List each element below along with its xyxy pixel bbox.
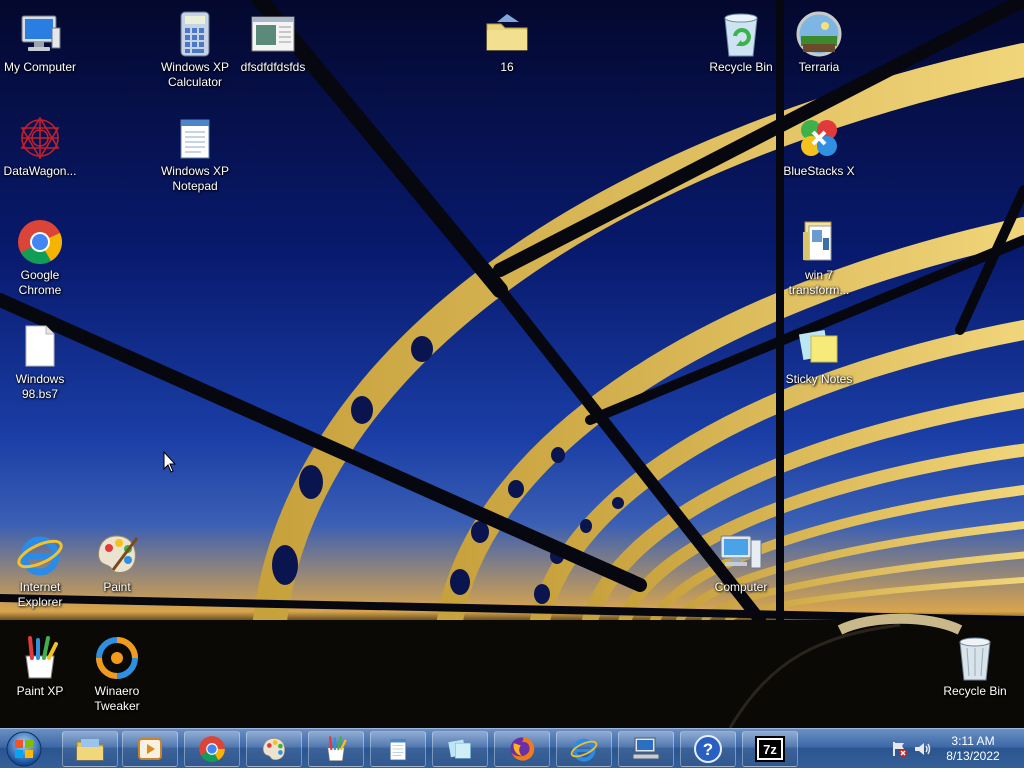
folder-icon <box>483 10 531 58</box>
paint-xp-icon <box>327 736 347 761</box>
internet-explorer-icon <box>16 530 64 578</box>
desktop-icon-folder-16[interactable]: 16 <box>467 6 547 75</box>
mouse-cursor-icon <box>163 451 177 473</box>
windows-explorer-icon <box>76 739 104 761</box>
desktop-icon-internet-explorer[interactable]: Internet Explorer <box>0 526 80 610</box>
taskbar-firefox[interactable] <box>494 731 550 767</box>
volume-icon[interactable] <box>913 740 931 758</box>
computer-icon <box>717 530 765 578</box>
chrome-icon <box>16 218 64 266</box>
network-computer-icon <box>632 737 660 760</box>
desktop-icon-google-chrome[interactable]: Google Chrome <box>0 214 80 298</box>
taskbar-windows-explorer[interactable] <box>62 731 118 767</box>
desktop-icon-label: 16 <box>500 60 514 74</box>
desktop-icon-label: Windows XP Notepad <box>160 164 230 193</box>
winaero-tweaker-icon <box>93 634 141 682</box>
desktop-icon-label: Recycle Bin <box>709 60 773 74</box>
desktop-icon-label: Internet Explorer <box>17 580 63 609</box>
notepad-icon <box>390 738 406 761</box>
desktop-icon-label: DataWagon... <box>3 164 77 178</box>
desktop-icon-terraria[interactable]: Terraria <box>779 6 859 75</box>
paint-xp-icon <box>16 634 64 682</box>
terraria-icon <box>795 10 843 58</box>
desktop[interactable]: My Computer Windows XP Calculator dfsdfd… <box>0 0 1024 728</box>
desktop-icon-recycle-bin-bottom[interactable]: Recycle Bin <box>935 630 1015 699</box>
desktop-icon-label: dfsdfdfdsfds <box>240 60 306 74</box>
start-button[interactable] <box>4 730 44 768</box>
taskbar-notepad[interactable] <box>370 731 426 767</box>
desktop-icon-label: Sticky Notes <box>785 372 853 386</box>
desktop-icon-my-computer[interactable]: My Computer <box>0 6 80 75</box>
taskbar-clock[interactable]: 3:11 AM 8/13/2022 <box>930 734 1016 764</box>
taskbar-paint[interactable] <box>246 731 302 767</box>
taskbar: ? 7z 3:11 AM 8/13/2022 <box>0 728 1024 768</box>
file-icon <box>16 322 64 370</box>
my-computer-icon <box>16 10 64 58</box>
wallpaper-image <box>0 0 1024 728</box>
desktop-icon-label: Windows XP Calculator <box>160 60 230 89</box>
bluestacks-icon <box>795 114 843 162</box>
desktop-icon-computer[interactable]: Computer <box>701 526 781 595</box>
taskbar-network-computer[interactable] <box>618 731 674 767</box>
taskbar-internet-explorer[interactable] <box>556 731 612 767</box>
desktop-icon-label: Paint XP <box>16 684 64 698</box>
sticky-notes-icon <box>448 739 471 759</box>
paint-palette-icon <box>93 530 141 578</box>
desktop-icon-xp-notepad[interactable]: Windows XP Notepad <box>155 110 235 194</box>
media-player-icon <box>138 738 162 760</box>
desktop-icon-bluestacks[interactable]: BlueStacks X <box>779 110 859 179</box>
folder-documents-icon <box>795 218 843 266</box>
desktop-icon-label: Windows 98.bs7 <box>15 372 65 401</box>
7zip-label: 7z <box>763 742 777 757</box>
7zip-icon: 7z <box>755 736 785 762</box>
desktop-icon-label: Paint <box>103 580 131 594</box>
desktop-icon-paint[interactable]: Paint <box>77 526 157 595</box>
help-icon: ? <box>694 735 722 763</box>
internet-explorer-icon <box>570 738 598 762</box>
notepad-icon <box>171 114 219 162</box>
desktop-icon-label: win 7 transform... <box>788 268 850 297</box>
taskbar-sticky-notes[interactable] <box>432 731 488 767</box>
taskbar-7zip[interactable]: 7z <box>742 731 798 767</box>
taskbar-chrome[interactable] <box>184 731 240 767</box>
sticky-notes-icon <box>795 322 843 370</box>
desktop-icon-datawagon[interactable]: DataWagon... <box>0 110 80 179</box>
taskbar-media-player[interactable] <box>122 731 178 767</box>
desktop-icon-winaero-tweaker[interactable]: Winaero Tweaker <box>77 630 157 714</box>
desktop-icon-paint-xp[interactable]: Paint XP <box>0 630 80 699</box>
recycle-bin-empty-icon <box>951 634 999 682</box>
desktop-icon-label: My Computer <box>3 60 77 74</box>
window-file-icon <box>249 10 297 58</box>
desktop-icon-dfsdfdfdsfds[interactable]: dfsdfdfdsfds <box>233 6 313 75</box>
chrome-icon <box>199 736 225 762</box>
desktop-icon-label: Computer <box>714 580 768 594</box>
taskbar-paint-xp[interactable] <box>308 731 364 767</box>
desktop-icon-win7-transform[interactable]: win 7 transform... <box>779 214 859 298</box>
desktop-icon-windows-98-bs7[interactable]: Windows 98.bs7 <box>0 318 80 402</box>
calculator-icon <box>171 10 219 58</box>
help-glyph: ? <box>703 740 713 759</box>
taskbar-help[interactable]: ? <box>680 731 736 767</box>
desktop-icon-recycle-bin-top[interactable]: Recycle Bin <box>701 6 781 75</box>
desktop-icon-label: Google Chrome <box>18 268 62 297</box>
firefox-icon <box>510 737 535 761</box>
clock-date: 8/13/2022 <box>946 749 1000 763</box>
action-center-flag-icon[interactable] <box>890 740 908 758</box>
windows-orb-icon <box>6 731 42 767</box>
recycle-bin-icon <box>717 10 765 58</box>
desktop-icon-label: BlueStacks X <box>783 164 855 178</box>
desktop-icon-sticky-notes[interactable]: Sticky Notes <box>779 318 859 387</box>
desktop-icon-xp-calculator[interactable]: Windows XP Calculator <box>155 6 235 90</box>
desktop-icon-label: Recycle Bin <box>943 684 1007 698</box>
datawagon-icon <box>16 114 64 162</box>
desktop-icon-label: Terraria <box>798 60 840 74</box>
desktop-icon-label: Winaero Tweaker <box>94 684 140 713</box>
paint-icon <box>262 738 286 761</box>
clock-time: 3:11 AM <box>951 734 995 748</box>
